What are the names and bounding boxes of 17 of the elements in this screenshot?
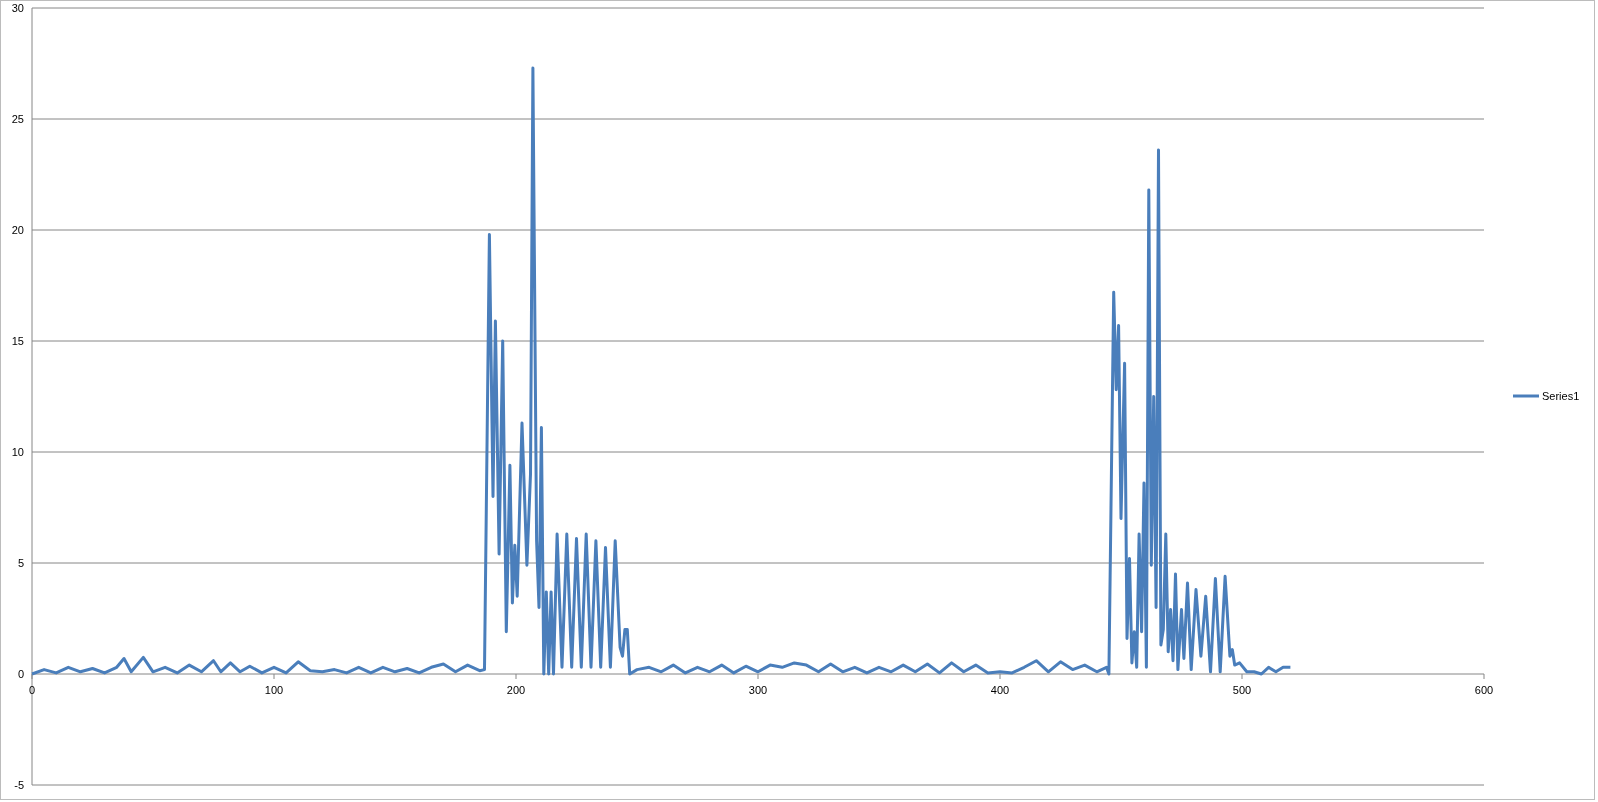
y-axis-tick-label: 30	[11, 2, 24, 14]
x-axis-tick-label: 500	[1232, 684, 1252, 696]
x-axis-tick-label: 0	[28, 684, 36, 696]
y-axis-tick-label: 25	[11, 113, 24, 125]
x-axis-tick-label: 400	[990, 684, 1010, 696]
x-axis-tick-label: 300	[748, 684, 768, 696]
x-axis-tick-label: 600	[1474, 684, 1494, 696]
y-axis-tick-label: 20	[11, 224, 24, 236]
x-axis-tick-label: 200	[506, 684, 526, 696]
x-axis-tick-label: 100	[264, 684, 284, 696]
y-axis-tick-label: 0	[17, 668, 24, 680]
y-axis-tick-label: 10	[11, 446, 24, 458]
y-axis-tick-label: 5	[17, 557, 24, 569]
y-axis-tick-label: 15	[11, 335, 24, 347]
legend-label: Series1	[1542, 390, 1580, 402]
y-axis-tick-label: -5	[14, 779, 24, 791]
legend-line-icon	[1513, 394, 1539, 398]
